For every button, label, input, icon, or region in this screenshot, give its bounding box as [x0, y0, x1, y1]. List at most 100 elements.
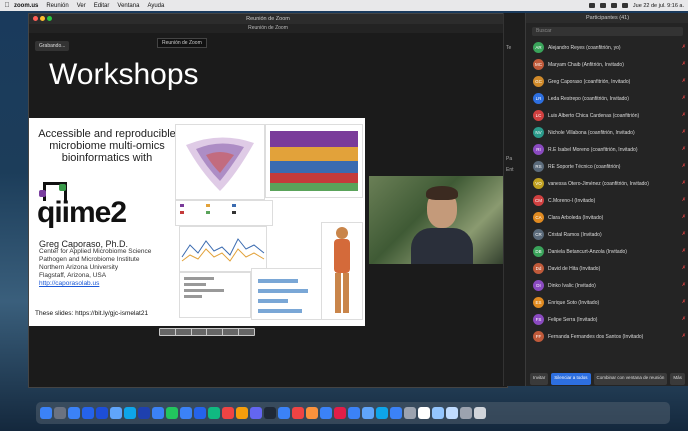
screen-share-toolbar[interactable] — [159, 328, 255, 336]
participant-row[interactable]: VO vanessa Otero-Jiménez (coanfitrión, In… — [526, 175, 688, 192]
mic-muted-icon[interactable]: ✗ — [682, 333, 686, 339]
dock-app-icon[interactable] — [68, 407, 80, 419]
mic-muted-icon[interactable]: ✗ — [682, 146, 686, 152]
dock-app-icon[interactable] — [306, 407, 318, 419]
merge-window-button[interactable]: Combinar con ventana de reunión — [593, 373, 668, 385]
toolbar-thumb[interactable] — [207, 329, 223, 335]
mic-muted-icon[interactable]: ✗ — [682, 282, 686, 288]
dock-app-icon[interactable] — [418, 407, 430, 419]
dock-app-icon[interactable] — [54, 407, 66, 419]
dock-app-icon[interactable] — [208, 407, 220, 419]
participant-row[interactable]: LR Leda Restrepo (coanfitrión, Invitado) ✗ — [526, 90, 688, 107]
recording-indicator[interactable]: Grabando... — [35, 41, 70, 51]
participant-row[interactable]: NV Nichole Villabona (coanfitrión, Invita… — [526, 124, 688, 141]
dock-app-icon[interactable] — [96, 407, 108, 419]
mic-muted-icon[interactable]: ✗ — [682, 316, 686, 322]
status-icon[interactable] — [599, 3, 606, 8]
participant-name: vanessa Otero-Jiménez (coanfitrión, Invi… — [548, 180, 649, 187]
dock-app-icon[interactable] — [362, 407, 374, 419]
mic-muted-icon[interactable]: ✗ — [682, 299, 686, 305]
toolbar-thumb[interactable] — [160, 329, 175, 335]
participant-row[interactable]: GC Greg Caporaso (coanfitrión, Invitado) ✗ — [526, 73, 688, 90]
participant-row[interactable]: ES Enrique Soto (Invitado) ✗ — [526, 294, 688, 311]
apple-icon[interactable]:  — [0, 2, 14, 9]
dock-app-icon[interactable] — [320, 407, 332, 419]
mic-muted-icon[interactable]: ✗ — [682, 61, 686, 67]
menu-item-editar[interactable]: Editar — [94, 3, 110, 9]
dock-app-icon[interactable] — [390, 407, 402, 419]
dock-app-icon[interactable] — [250, 407, 262, 419]
more-button[interactable]: Más — [670, 373, 685, 385]
mic-muted-icon[interactable]: ✗ — [682, 180, 686, 186]
invite-button[interactable]: Invitar — [530, 373, 549, 385]
status-icon[interactable] — [588, 3, 595, 8]
dock-app-icon[interactable] — [152, 407, 164, 419]
dock-app-icon[interactable] — [82, 407, 94, 419]
toolbar-thumb[interactable] — [223, 329, 239, 335]
dock-app-icon[interactable] — [180, 407, 192, 419]
toolbar-thumb[interactable] — [239, 329, 254, 335]
mic-muted-icon[interactable]: ✗ — [682, 197, 686, 203]
minimize-window-button[interactable] — [40, 16, 45, 21]
mic-muted-icon[interactable]: ✗ — [682, 214, 686, 220]
participant-row[interactable]: CA Clara Arboleda (Invitado) ✗ — [526, 209, 688, 226]
zoom-window-button[interactable] — [47, 16, 52, 21]
dock-app-icon[interactable] — [348, 407, 360, 419]
dock-app-icon[interactable] — [446, 407, 458, 419]
participant-row[interactable]: CM C.Moreno-I (Invitado) ✗ — [526, 192, 688, 209]
view-options-chip[interactable]: Reunión de Zoom — [157, 38, 207, 48]
mic-muted-icon[interactable]: ✗ — [682, 265, 686, 271]
battery-icon[interactable] — [621, 3, 628, 8]
mic-muted-icon[interactable]: ✗ — [682, 248, 686, 254]
dock-app-icon[interactable] — [40, 407, 52, 419]
search-input[interactable]: Buscar — [532, 27, 683, 36]
wifi-icon[interactable] — [610, 3, 617, 8]
lab-link[interactable]: http://caporasolab.us — [39, 280, 151, 288]
dock-app-icon[interactable] — [334, 407, 346, 419]
dock-app-icon[interactable] — [222, 407, 234, 419]
dock-app-icon[interactable] — [110, 407, 122, 419]
participant-row[interactable]: FF Fernanda Fernandes dos Santos (Invitad… — [526, 328, 688, 345]
dock-app-icon[interactable] — [166, 407, 178, 419]
menu-app-name[interactable]: zoom.us — [14, 3, 38, 9]
dock-app-icon[interactable] — [460, 407, 472, 419]
toolbar-thumb[interactable] — [175, 329, 191, 335]
mic-muted-icon[interactable]: ✗ — [682, 163, 686, 169]
participant-row[interactable]: LC Luis Alberto Chica Cardenas (coanfitri… — [526, 107, 688, 124]
mic-muted-icon[interactable]: ✗ — [682, 78, 686, 84]
mic-muted-icon[interactable]: ✗ — [682, 112, 686, 118]
participant-row[interactable]: DB Daniela Betancurt-Anzola (Invitado) ✗ — [526, 243, 688, 260]
dock-app-icon[interactable] — [474, 407, 486, 419]
dock-app-icon[interactable] — [138, 407, 150, 419]
dock-app-icon[interactable] — [432, 407, 444, 419]
mic-muted-icon[interactable]: ✗ — [682, 44, 686, 50]
dock-app-icon[interactable] — [124, 407, 136, 419]
dock-app-icon[interactable] — [194, 407, 206, 419]
participant-row[interactable]: DI Dinko Ivalic (Invitado) ✗ — [526, 277, 688, 294]
dock-app-icon[interactable] — [236, 407, 248, 419]
participant-row[interactable]: AR Alejandro Reyes (coanfitrión, yo) ✗ — [526, 39, 688, 56]
menubar-clock[interactable]: Jue 22 de jul. 9:16 a. — [633, 3, 684, 9]
participant-row[interactable]: RS RE Soporte Técnico (coanfitrión) ✗ — [526, 158, 688, 175]
close-window-button[interactable] — [33, 16, 38, 21]
participant-row[interactable]: FS Felipe Serra (Invitado) ✗ — [526, 311, 688, 328]
participant-row[interactable]: CR Cristal Ramos (Invitado) ✗ — [526, 226, 688, 243]
menu-item-ventana[interactable]: Ventana — [117, 3, 139, 9]
dock-app-icon[interactable] — [376, 407, 388, 419]
menu-item-reunion[interactable]: Reunión — [46, 3, 68, 9]
participant-row[interactable]: RI R.E Isabel Moreno (coanfitrión, Invita… — [526, 141, 688, 158]
participant-row[interactable]: Dd David de Hita (Invitado) ✗ — [526, 260, 688, 277]
menu-item-ver[interactable]: Ver — [77, 3, 86, 9]
participant-row[interactable]: MC Maryam Chaib (Anfitrión, Invitado) ✗ — [526, 56, 688, 73]
speaker-video-tile[interactable] — [369, 176, 507, 264]
toolbar-thumb[interactable] — [191, 329, 207, 335]
dock-app-icon[interactable] — [264, 407, 276, 419]
mute-all-button[interactable]: Silenciar a todos — [551, 373, 591, 385]
mic-muted-icon[interactable]: ✗ — [682, 129, 686, 135]
mic-muted-icon[interactable]: ✗ — [682, 231, 686, 237]
dock-app-icon[interactable] — [292, 407, 304, 419]
dock-app-icon[interactable] — [278, 407, 290, 419]
mic-muted-icon[interactable]: ✗ — [682, 95, 686, 101]
dock-app-icon[interactable] — [404, 407, 416, 419]
menu-item-ayuda[interactable]: Ayuda — [147, 3, 164, 9]
